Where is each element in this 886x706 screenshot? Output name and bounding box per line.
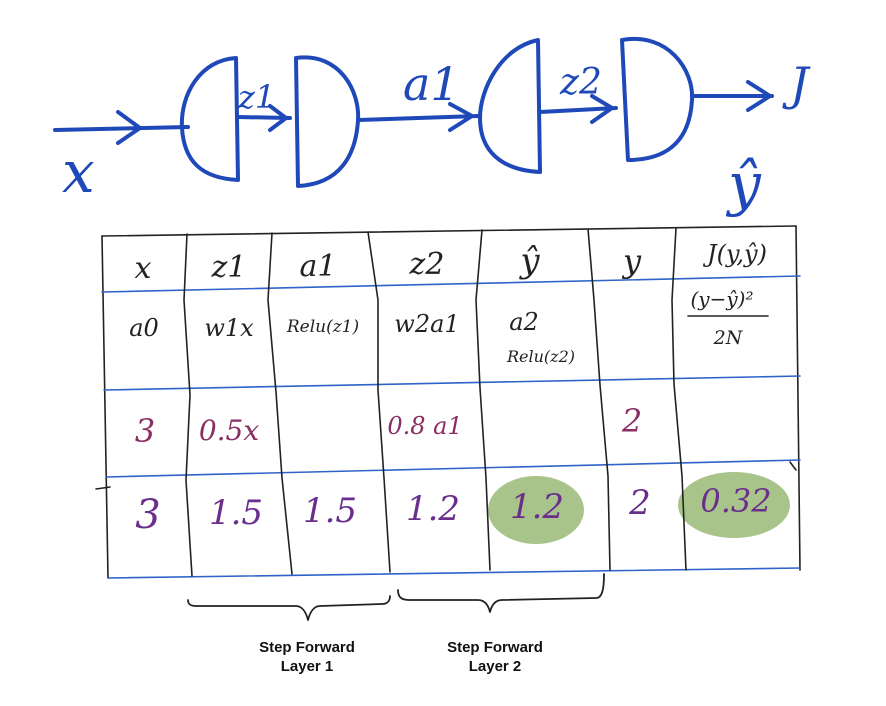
formula-J-denominator: 2N (713, 327, 744, 349)
column-divider-4 (475, 229, 491, 571)
caption-layer2-line1: Step Forward (447, 639, 543, 656)
yhat-label: ŷ (725, 150, 762, 218)
formula-yhat: a2 (509, 308, 539, 336)
table-right-border (795, 225, 801, 571)
value-a1: 1.5 (303, 491, 357, 531)
input-label-x: x (62, 138, 95, 206)
table-right-tick (789, 461, 797, 471)
column-divider-2 (267, 232, 293, 575)
layer2-linear-unit (478, 38, 542, 174)
caption-layer1-line2: Layer 1 (280, 658, 334, 675)
neural-network-forward-pass-sketch: x z1 a1 z2 J ŷ x z1 a1 z2 ŷ y J(y,ŷ) a0 … (53, 36, 811, 621)
formula-x: a0 (129, 314, 159, 342)
header-z1: z1 (211, 250, 247, 285)
a1-arrow (356, 114, 480, 122)
formula-z2: w2a1 (394, 310, 459, 338)
layer2-activation-unit (620, 36, 695, 162)
param-z2: 0.8 a1 (387, 412, 462, 440)
table-left-border (101, 235, 109, 579)
formula-z1: w1x (204, 314, 254, 342)
layer1-brace (187, 595, 391, 621)
value-z1: 1.5 (209, 493, 263, 533)
header-a1: a1 (300, 249, 337, 284)
value-y: 2 (628, 483, 651, 523)
table-top-border (101, 225, 797, 237)
caption-step-forward-layer-2: Step Forward Layer 2 (415, 638, 575, 676)
param-y: 2 (621, 402, 642, 440)
header-yhat: ŷ (518, 241, 540, 281)
formula-yhat-activation: Relu(z2) (506, 347, 575, 366)
values-row: 3 1.5 1.5 1.2 1.2 2 0.32 (135, 482, 771, 538)
table-left-tick (95, 486, 111, 490)
formula-a1: Relu(z1) (286, 317, 359, 337)
params-row-line (105, 459, 801, 478)
param-z1: 0.5x (199, 414, 260, 447)
params-row: 3 0.5x 0.8 a1 2 (135, 402, 642, 450)
z2-label: z2 (559, 62, 602, 103)
formula-J-numerator: (y−ŷ)² (691, 287, 754, 311)
value-J: 0.32 (700, 482, 771, 520)
value-yhat: 1.2 (510, 487, 564, 527)
caption-step-forward-layer-1: Step Forward Layer 1 (227, 638, 387, 676)
header-y: y (621, 242, 642, 280)
header-z2: z2 (409, 247, 445, 282)
input-arrow (53, 125, 190, 132)
a1-label: a1 (403, 57, 460, 111)
table-bottom-line (107, 567, 801, 579)
column-divider-3 (367, 231, 391, 573)
caption-layer1-line1: Step Forward (259, 639, 355, 656)
output-label-J: J (782, 57, 811, 111)
network-diagram: x z1 a1 z2 J ŷ (53, 36, 811, 218)
layer1-linear-unit (179, 56, 240, 182)
header-x: x (135, 251, 152, 286)
header-J: J(y,ŷ) (702, 240, 767, 268)
layer2-brace (397, 573, 605, 613)
value-z2: 1.2 (406, 489, 460, 529)
param-x: 3 (135, 412, 155, 450)
forward-pass-table: x z1 a1 z2 ŷ y J(y,ŷ) a0 w1x Relu(z1) w2… (95, 225, 801, 579)
column-divider-1 (183, 233, 193, 577)
caption-layer2-line2: Layer 2 (468, 658, 522, 675)
layer-braces (187, 573, 605, 621)
value-x: 3 (135, 492, 160, 538)
layer1-activation-unit (294, 55, 361, 188)
z1-label: z1 (237, 78, 275, 116)
formula-row-line (103, 375, 801, 391)
